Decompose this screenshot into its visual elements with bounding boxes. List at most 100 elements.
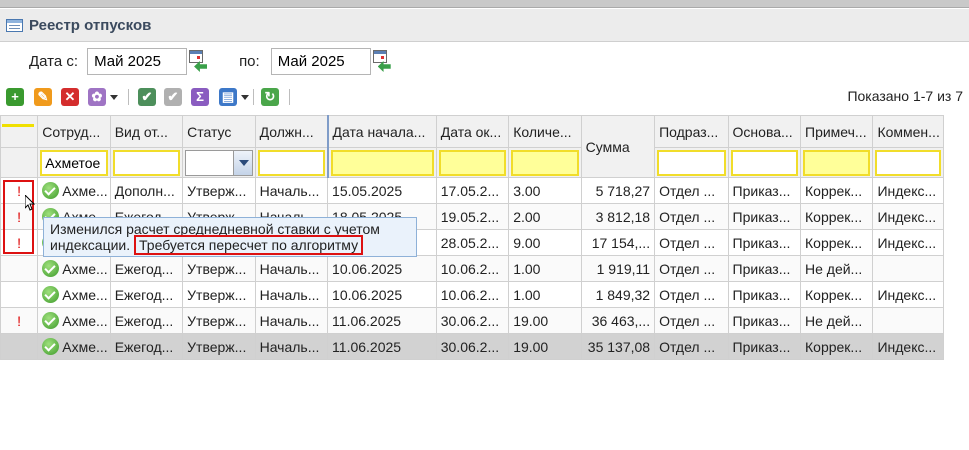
table-row[interactable]: Ахме... Ежегод... Утверж... Началь... 10.06.…	[0, 255, 944, 282]
cell-qty[interactable]: 2.00	[508, 203, 582, 230]
cell-position[interactable]: Началь...	[254, 177, 329, 204]
cell-dept[interactable]: Отдел ...	[654, 307, 729, 334]
cell-type[interactable]: Ежегод...	[109, 307, 184, 334]
cell-sum[interactable]: 17 154,...	[580, 229, 656, 256]
department-filter-input[interactable]	[657, 149, 726, 176]
cell-basis[interactable]: Приказ...	[727, 203, 802, 230]
table-row[interactable]: Ахме... Ежегод... Утверж... Началь... 10.06.…	[0, 281, 944, 308]
actions-menu-button[interactable]: ✿	[88, 88, 118, 106]
cell-sum[interactable]: 5 718,27	[580, 177, 656, 204]
date-to-picker-button[interactable]	[372, 48, 394, 75]
cell-dept[interactable]: Отдел ...	[654, 229, 729, 256]
cell-type[interactable]: Ежегод...	[109, 333, 184, 360]
cell-qty[interactable]: 3.00	[508, 177, 582, 204]
cell-end[interactable]: 30.06.2...	[435, 307, 510, 334]
column-header[interactable]: Должн...	[254, 115, 329, 148]
sum-button[interactable]: Σ	[191, 88, 209, 106]
cell-employee[interactable]: Ахме...	[37, 281, 111, 308]
cell-employee[interactable]: Ахме...	[37, 255, 111, 282]
cell-basis[interactable]: Приказ...	[727, 307, 802, 334]
cell-note[interactable]: Не дей...	[799, 255, 874, 282]
cell-end[interactable]: 30.06.2...	[435, 333, 510, 360]
cell-note[interactable]: Не дей...	[799, 307, 874, 334]
cell-dept[interactable]: Отдел ...	[654, 281, 729, 308]
column-header[interactable]: Примеч...	[799, 115, 874, 148]
cell-qty[interactable]: 1.00	[508, 255, 582, 282]
cell-sum[interactable]: 1 849,32	[580, 281, 656, 308]
column-header[interactable]: Основа...	[727, 115, 802, 148]
refresh-button[interactable]: ↻	[261, 88, 279, 106]
cell-type[interactable]: Ежегод...	[109, 281, 184, 308]
warning-marker[interactable]	[0, 333, 39, 360]
add-button[interactable]: +	[6, 88, 24, 106]
cell-employee[interactable]: Ахме...	[37, 333, 111, 360]
cell-basis[interactable]: Приказ...	[727, 333, 802, 360]
approve-disabled-button[interactable]: ✔	[164, 88, 182, 106]
cell-end[interactable]: 10.06.2...	[435, 281, 510, 308]
approve-button[interactable]: ✔	[138, 88, 156, 106]
cell-employee[interactable]: Ахме...	[37, 177, 111, 204]
cell-comment[interactable]: Индекс...	[872, 281, 944, 308]
cell-end[interactable]: 28.05.2...	[435, 229, 510, 256]
basis-filter-input[interactable]	[730, 149, 798, 176]
cell-position[interactable]: Началь...	[254, 333, 329, 360]
cell-qty[interactable]: 19.00	[508, 333, 582, 360]
cell-note[interactable]: Коррек...	[799, 229, 874, 256]
cell-note[interactable]: Коррек...	[799, 177, 874, 204]
date-from-input[interactable]	[87, 48, 188, 75]
edit-button[interactable]: ✎	[34, 88, 52, 106]
quantity-filter-input[interactable]	[511, 149, 579, 176]
cell-dept[interactable]: Отдел ...	[654, 333, 729, 360]
cell-employee[interactable]: Ахме...	[37, 307, 111, 334]
cell-comment[interactable]: Индекс...	[872, 177, 944, 204]
cell-basis[interactable]: Приказ...	[727, 177, 802, 204]
cell-start[interactable]: 11.06.2025	[327, 307, 437, 334]
cell-start[interactable]: 10.06.2025	[327, 281, 437, 308]
column-header[interactable]: Сумма	[580, 115, 656, 178]
cell-sum[interactable]: 35 137,08	[580, 333, 656, 360]
column-header[interactable]: Дата начала...	[326, 115, 437, 148]
cell-qty[interactable]: 19.00	[508, 307, 582, 334]
end-date-filter-input[interactable]	[438, 149, 507, 176]
cell-type[interactable]: Ежегод...	[109, 255, 184, 282]
cell-status[interactable]: Утверж...	[182, 307, 256, 334]
print-menu-button[interactable]: ▤	[219, 88, 249, 106]
cell-end[interactable]: 10.06.2...	[435, 255, 510, 282]
cell-status[interactable]: Утверж...	[182, 177, 256, 204]
table-row[interactable]: Ахме... Ежегод... Утверж... Началь... 11.06.…	[0, 333, 944, 360]
cell-sum[interactable]: 1 919,11	[580, 255, 656, 282]
cell-start[interactable]: 11.06.2025	[327, 333, 437, 360]
column-header[interactable]: Статус	[182, 115, 256, 148]
position-filter-input[interactable]	[257, 149, 325, 176]
cell-dept[interactable]: Отдел ...	[654, 255, 729, 282]
cell-note[interactable]: Коррек...	[799, 333, 874, 360]
cell-note[interactable]: Коррек...	[799, 281, 874, 308]
delete-button[interactable]: ✕	[61, 88, 79, 106]
column-header[interactable]: Подраз...	[654, 115, 729, 148]
cell-position[interactable]: Началь...	[254, 255, 329, 282]
cell-status[interactable]: Утверж...	[182, 333, 256, 360]
column-header[interactable]: Сотруд...	[37, 115, 111, 148]
cell-basis[interactable]: Приказ...	[727, 229, 802, 256]
date-to-input[interactable]	[270, 48, 371, 75]
cell-position[interactable]: Началь...	[254, 281, 329, 308]
cell-comment[interactable]: Индекс...	[872, 203, 944, 230]
column-header[interactable]: Количе...	[508, 115, 582, 148]
date-from-picker-button[interactable]	[188, 48, 210, 75]
cell-end[interactable]: 19.05.2...	[435, 203, 510, 230]
table-row[interactable]: ! Ахме... Дополн... Утверж... Началь... 15.05…	[0, 177, 944, 204]
cell-end[interactable]: 17.05.2...	[435, 177, 510, 204]
cell-status[interactable]: Утверж...	[182, 281, 256, 308]
cell-dept[interactable]: Отдел ...	[654, 177, 729, 204]
start-date-filter-input[interactable]	[330, 149, 434, 176]
cell-comment[interactable]: Индекс...	[872, 333, 944, 360]
warning-marker[interactable]	[0, 281, 39, 308]
cell-sum[interactable]: 3 812,18	[580, 203, 656, 230]
chevron-down-icon[interactable]	[232, 150, 252, 175]
cell-comment[interactable]: Индекс...	[872, 229, 944, 256]
table-row[interactable]: ! Ахме... Ежегод... Утверж... Началь... 11.06…	[0, 307, 944, 334]
column-header[interactable]: Коммен...	[872, 115, 944, 148]
cell-position[interactable]: Началь...	[254, 307, 329, 334]
status-filter-select[interactable]	[185, 149, 253, 176]
employee-filter-input[interactable]	[40, 149, 108, 176]
